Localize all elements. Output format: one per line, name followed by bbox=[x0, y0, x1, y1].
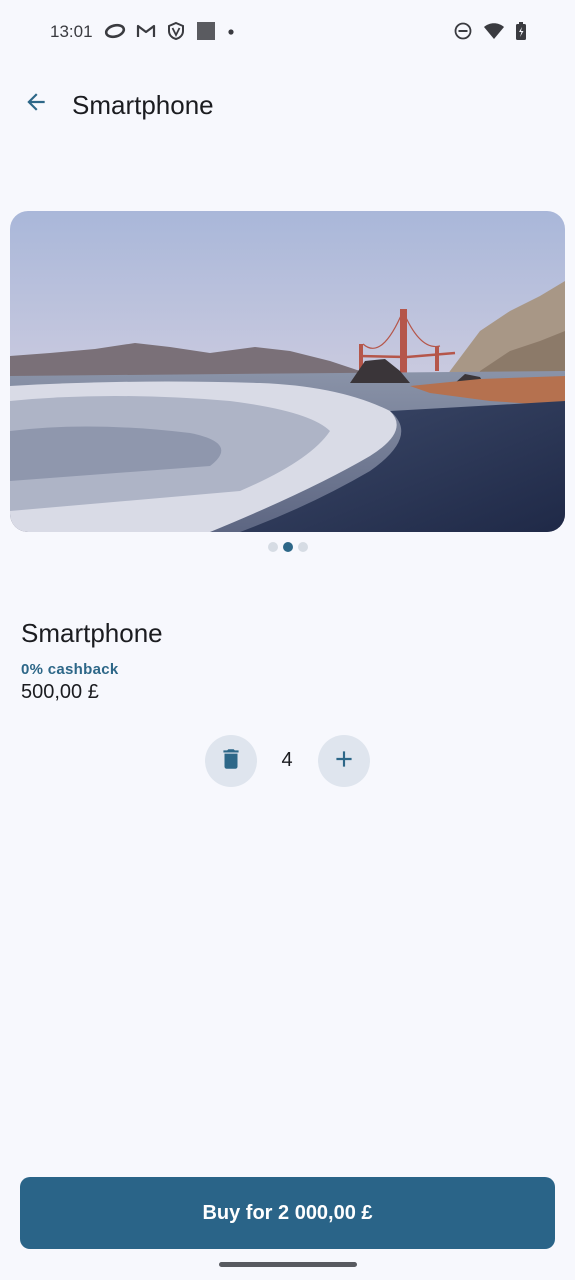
top-app-bar: Smartphone bbox=[0, 70, 575, 140]
product-screen: 13:01 Smartphone Smartphone 0% cashback … bbox=[0, 0, 575, 1280]
app-square-icon bbox=[196, 21, 216, 41]
home-indicator[interactable] bbox=[219, 1262, 357, 1267]
carousel-pager bbox=[0, 542, 575, 552]
image-carousel[interactable] bbox=[10, 211, 565, 532]
status-left-icons bbox=[104, 21, 236, 41]
page-title: Smartphone bbox=[72, 90, 214, 120]
product-price: 500,00 £ bbox=[21, 681, 99, 703]
back-button[interactable] bbox=[14, 82, 58, 126]
opera-icon bbox=[104, 21, 126, 41]
arrow-back-icon bbox=[23, 89, 49, 120]
product-image bbox=[10, 211, 565, 532]
do-not-disturb-icon bbox=[453, 21, 473, 41]
pager-dot-2-active[interactable] bbox=[282, 542, 293, 552]
pager-dot-3[interactable] bbox=[297, 542, 308, 552]
gmail-icon bbox=[136, 21, 156, 41]
vpn-shield-icon bbox=[166, 21, 186, 41]
status-bar: 13:01 bbox=[0, 0, 575, 64]
pager-dot-1[interactable] bbox=[267, 542, 278, 552]
battery-charging-icon bbox=[515, 21, 527, 41]
add-button[interactable] bbox=[318, 735, 370, 787]
quantity-value: 4 bbox=[281, 749, 293, 771]
quantity-stepper: 4 bbox=[0, 735, 575, 787]
buy-button[interactable]: Buy for 2 000,00 £ bbox=[20, 1177, 555, 1249]
notification-dot-icon bbox=[226, 21, 236, 41]
wifi-icon bbox=[483, 21, 505, 41]
plus-icon bbox=[331, 746, 357, 777]
product-name: Smartphone bbox=[21, 618, 163, 648]
cashback-label: 0% cashback bbox=[21, 661, 119, 678]
status-time: 13:01 bbox=[50, 22, 93, 41]
delete-button[interactable] bbox=[205, 735, 257, 787]
status-right-icons bbox=[453, 21, 527, 41]
trash-icon bbox=[218, 746, 244, 777]
